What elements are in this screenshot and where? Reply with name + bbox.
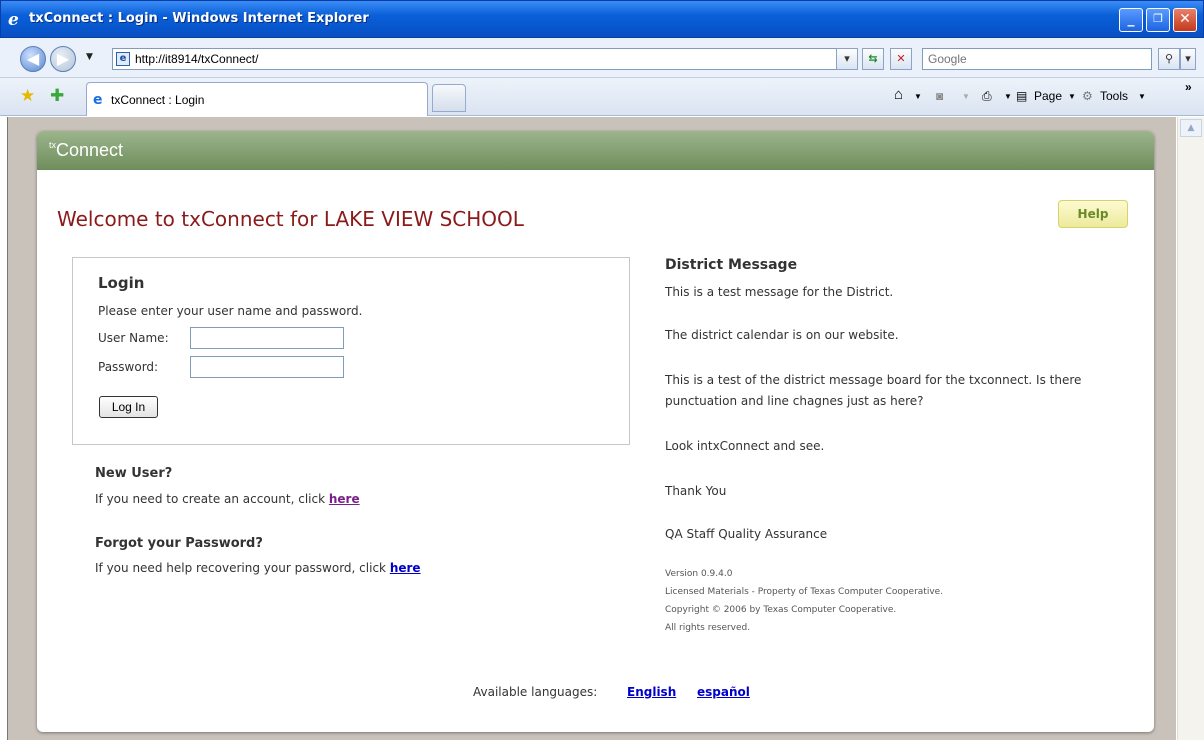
scroll-up-arrow-icon[interactable]: ▲ [1180,119,1202,137]
add-favorites-icon[interactable]: ✚ [50,86,64,106]
forgot-password-text: If you need help recovering your passwor… [95,561,421,575]
stop-button[interactable]: ✕ [890,48,912,70]
ie-logo-icon: e [8,10,19,28]
app-logo: txConnect [49,140,124,160]
minimize-button[interactable]: _ [1119,8,1143,32]
new-user-text: If you need to create an account, click … [95,492,360,506]
toolbar-overflow-chevron[interactable]: » [1185,80,1192,94]
svg-text:e: e [8,10,19,28]
district-message-heading: District Message [665,257,798,273]
login-panel: Login Please enter your user name and pa… [72,257,630,445]
close-button[interactable]: ✕ [1173,8,1197,32]
back-arrow-icon: ◀ [26,49,40,68]
help-button[interactable]: Help [1058,200,1128,228]
search-options-button[interactable]: ▾ [1180,48,1196,70]
copyright-text: Copyright © 2006 by Texas Computer Coope… [665,605,897,615]
tab-txconnect-login[interactable]: e txConnect : Login [86,82,428,116]
home-icon[interactable]: ⌂ [894,86,903,103]
district-message-line: Thank You [665,484,727,498]
address-bar[interactable]: e http://it8914/txConnect/ [112,48,854,70]
page-menu[interactable]: Page [1034,89,1062,103]
password-label: Password: [98,360,159,374]
login-heading: Login [98,274,145,292]
recover-password-link[interactable]: here [390,561,421,575]
tools-menu[interactable]: Tools [1100,89,1128,103]
tab-label: txConnect : Login [111,93,205,107]
window-left-border [0,117,8,740]
page-title: Welcome to txConnect for LAKE VIEW SCHOO… [57,207,524,231]
district-message-line: This is a test message for the District. [665,285,894,299]
forgot-password-heading: Forgot your Password? [95,536,263,551]
tools-gear-icon: ⚙ [1082,89,1093,103]
username-field[interactable] [190,327,344,349]
version-text: Version 0.9.4.0 [665,569,733,579]
forward-button[interactable]: ▶ [50,46,76,72]
rights-text: All rights reserved. [665,623,751,633]
district-message-line: This is a test of the district message b… [665,373,1082,387]
print-dropdown-icon[interactable]: ▼ [1004,92,1012,101]
app-header: txConnect [37,131,1154,170]
languages-label: Available languages: [473,685,598,699]
page-dropdown-icon[interactable]: ▼ [1068,92,1076,101]
district-message-line: QA Staff Quality Assurance [665,527,828,541]
page-menu-icon: ▤ [1016,89,1028,103]
home-dropdown-icon[interactable]: ▼ [914,92,922,101]
address-dropdown-button[interactable]: ▾ [836,48,858,70]
window-title: txConnect : Login - Windows Internet Exp… [29,11,369,26]
txconnect-card: txConnect Welcome to txConnect for LAKE … [37,131,1154,732]
refresh-button[interactable]: ⇆ [862,48,884,70]
page-icon: e [116,52,130,66]
vertical-scrollbar[interactable]: ▲ [1177,117,1204,740]
new-tab-button[interactable] [432,84,466,112]
login-instructions: Please enter your user name and password… [98,304,363,318]
login-button[interactable]: Log In [99,396,158,418]
password-field[interactable] [190,356,344,378]
print-icon[interactable]: ⎙ [982,89,992,104]
tab-toolbar: ★ ✚ e txConnect : Login ⌂ ▼ ◙ ▼ ⎙ ▼ ▤ Pa… [0,78,1204,116]
favorites-star-icon[interactable]: ★ [20,86,35,106]
language-english-link[interactable]: English [627,685,676,699]
back-button[interactable]: ◀ [20,46,46,72]
district-message-line: punctuation and line chagnes just as her… [665,394,924,408]
address-url: http://it8914/txConnect/ [135,52,259,66]
maximize-button[interactable]: ❐ [1146,8,1170,32]
new-user-heading: New User? [95,466,173,481]
username-label: User Name: [98,331,169,345]
search-input[interactable] [923,49,1151,69]
district-message-line: The district calendar is on our website. [665,328,899,342]
create-account-link[interactable]: here [329,492,360,506]
feeds-dropdown-icon[interactable]: ▼ [962,92,970,101]
ie-page-icon: e [93,92,103,108]
window-title-bar: e txConnect : Login - Windows Internet E… [0,0,1204,38]
search-box[interactable] [922,48,1152,70]
district-message-line: Look intxConnect and see. [665,439,825,453]
refresh-icon: ⇆ [868,52,878,65]
search-icon: ⚲ [1164,52,1174,65]
license-text: Licensed Materials - Property of Texas C… [665,587,944,597]
feeds-icon[interactable]: ◙ [936,89,943,103]
recent-pages-dropdown-icon[interactable]: ▼ [86,52,93,62]
language-espanol-link[interactable]: español [697,685,750,699]
address-toolbar: ◀ ▶ ▼ e http://it8914/txConnect/ ▾ ⇆ ✕ ⚲… [0,38,1204,78]
forward-arrow-icon: ▶ [56,49,70,68]
stop-icon: ✕ [896,52,906,65]
tools-dropdown-icon[interactable]: ▼ [1138,92,1146,101]
search-button[interactable]: ⚲ [1158,48,1180,70]
